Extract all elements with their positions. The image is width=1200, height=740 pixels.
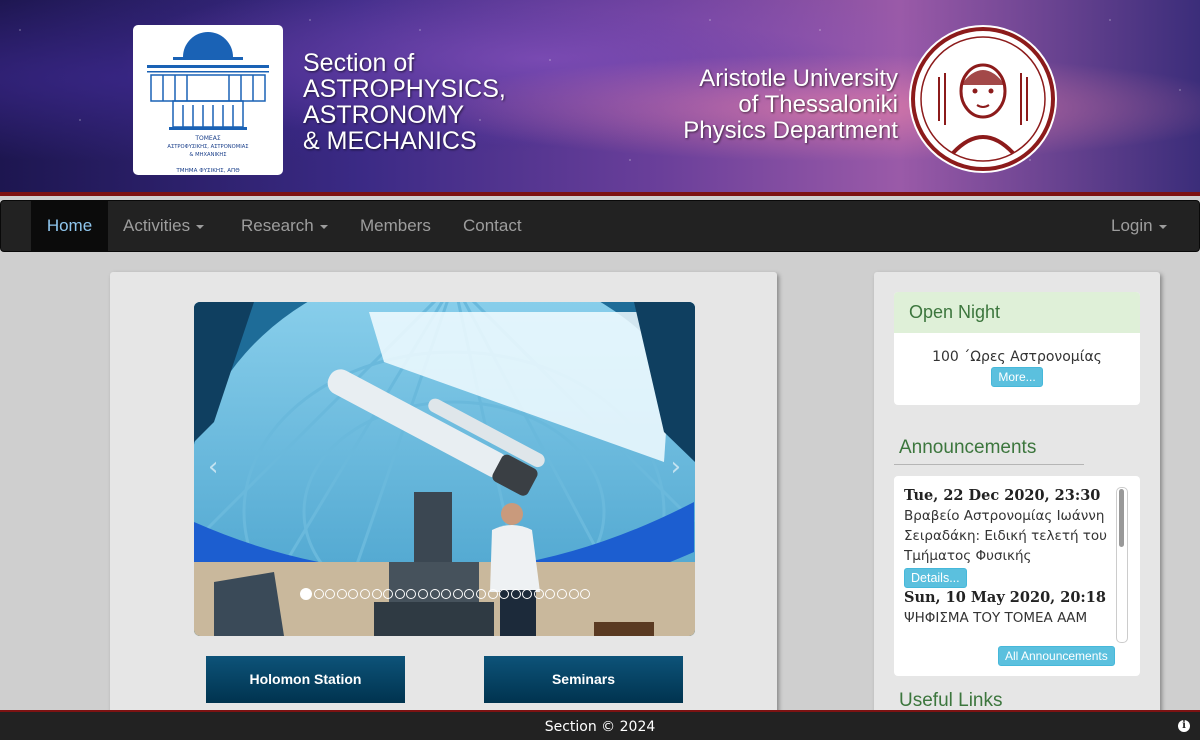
nav-home-label: Home: [46, 216, 93, 235]
seminars-button[interactable]: Seminars: [484, 656, 683, 703]
announcements-box: Tue, 22 Dec 2020, 23:30 Βραβείο Αστρονομ…: [894, 476, 1140, 676]
nav-login-dropdown[interactable]: Login: [1111, 201, 1167, 251]
carousel-indicator-dot[interactable]: [313, 589, 324, 599]
carousel-indicator-dot[interactable]: [417, 589, 428, 599]
logo-text-2: ΑΣΤΡΟΦΥΣΙΚΗΣ, ΑΣΤΡΟΝΟΜΙΑΣ: [167, 144, 248, 150]
carousel-indicator-dot[interactable]: [348, 589, 359, 599]
open-night-link-text: 100 ΄Ωρες Αστρονομίας: [932, 349, 1102, 365]
caret-down-icon: [196, 224, 205, 229]
carousel-indicator-dot[interactable]: [359, 589, 370, 599]
carousel-next-icon[interactable]: ›: [671, 452, 681, 482]
carousel-indicator-dot[interactable]: [394, 589, 405, 599]
section-title-line: & MECHANICS: [303, 127, 477, 155]
carousel-indicator-dot[interactable]: [383, 589, 394, 599]
caret-down-icon: [319, 224, 328, 229]
carousel-indicator-dot[interactable]: [580, 589, 591, 599]
announcements-divider: [894, 464, 1084, 465]
logo-text-3: & ΜΗΧΑΝΙΚΗΣ: [189, 152, 226, 158]
all-announcements-button[interactable]: All Announcements: [998, 646, 1115, 666]
main-navbar: Home Activities Research Members Contact…: [0, 200, 1200, 252]
carousel-indicator-dot[interactable]: [464, 589, 475, 599]
carousel-indicator-dot[interactable]: [300, 588, 312, 600]
carousel-indicator-dot[interactable]: [533, 589, 544, 599]
holomon-station-button[interactable]: Holomon Station: [206, 656, 405, 703]
announcements-scroll-thumb[interactable]: [1119, 489, 1124, 547]
nav-activities-dropdown[interactable]: Activities: [123, 201, 205, 251]
aristotle-seal-icon: [911, 27, 1055, 171]
open-night-panel: Open Night 100 ΄Ωρες Αστρονομίας More...: [894, 292, 1140, 405]
announcement-item: Sun, 10 May 2020, 20:18 ΨΗΦΙΣΜΑ ΤΟΥ ΤΟΜΕ…: [904, 588, 1114, 628]
nav-contact-label: Contact: [463, 216, 522, 235]
carousel-indicator-dot[interactable]: [452, 589, 463, 599]
carousel-indicator-dot[interactable]: [325, 589, 336, 599]
open-night-more-button[interactable]: More...: [991, 367, 1043, 387]
open-night-text: 100 ΄Ωρες Αστρονομίας More...: [894, 349, 1140, 387]
announcement-details-button[interactable]: Details...: [904, 568, 967, 588]
carousel-indicator-dot[interactable]: [336, 589, 347, 599]
carousel-prev-icon[interactable]: ‹: [208, 452, 218, 482]
info-icon[interactable]: i: [1178, 720, 1190, 732]
announcement-date: Sun, 10 May 2020, 20:18: [904, 589, 1106, 606]
section-title: Section of ASTROPHYSICS, ASTRONOMY & MEC…: [303, 50, 506, 154]
university-title-line: of Thessaloniki: [738, 91, 898, 118]
university-title: Aristotle University of Thessaloniki Phy…: [683, 66, 898, 144]
logo-text-4: ΤΜΗΜΑ ΦΥΣΙΚΗΣ, ΑΠΘ: [175, 168, 240, 174]
footer-text: Section © 2024: [544, 719, 656, 735]
university-title-line: Physics Department: [683, 117, 898, 144]
section-title-line: ASTRONOMY: [303, 101, 465, 129]
carousel-indicator-dot[interactable]: [545, 589, 556, 599]
announcement-date: Tue, 22 Dec 2020, 23:30: [904, 487, 1101, 504]
carousel-indicator-dot[interactable]: [568, 589, 579, 599]
university-seal[interactable]: [909, 25, 1057, 173]
carousel-indicator-dot[interactable]: [557, 589, 568, 599]
university-title-line: Aristotle University: [699, 65, 898, 92]
nav-members-label: Members: [360, 216, 431, 235]
announcement-text: Βραβείο Αστρονομίας Ιωάννη Σειραδάκη: Ει…: [904, 508, 1107, 564]
nav-activities-label: Activities: [123, 216, 191, 235]
announcement-item: Tue, 22 Dec 2020, 23:30 Βραβείο Αστρονομ…: [904, 486, 1114, 588]
carousel-indicators: [300, 588, 592, 601]
nav-contact[interactable]: Contact: [463, 201, 522, 251]
carousel-indicator-dot[interactable]: [499, 589, 510, 599]
nav-members[interactable]: Members: [360, 201, 431, 251]
announcements-title: Announcements: [899, 437, 1037, 458]
nav-home[interactable]: Home: [31, 201, 108, 251]
useful-links-title: Useful Links: [899, 690, 1003, 711]
announcement-text: ΨΗΦΙΣΜΑ ΤΟΥ ΤΟΜΕΑ ΑΑΜ: [904, 610, 1088, 626]
carousel-indicator-dot[interactable]: [522, 589, 533, 599]
section-logo[interactable]: ΤΟΜΕΑΣ ΑΣΤΡΟΦΥΣΙΚΗΣ, ΑΣΤΡΟΝΟΜΙΑΣ & ΜΗΧΑΝ…: [133, 25, 283, 175]
image-carousel[interactable]: ‹ ›: [194, 302, 695, 636]
site-header: ΤΟΜΕΑΣ ΑΣΤΡΟΦΥΣΙΚΗΣ, ΑΣΤΡΟΝΟΜΙΑΣ & ΜΗΧΑΝ…: [0, 0, 1200, 196]
carousel-indicator-dot[interactable]: [487, 589, 498, 599]
nav-research-dropdown[interactable]: Research: [241, 201, 328, 251]
observatory-logo-icon: ΤΟΜΕΑΣ ΑΣΤΡΟΦΥΣΙΚΗΣ, ΑΣΤΡΟΝΟΜΙΑΣ & ΜΗΧΑΝ…: [147, 32, 269, 174]
open-night-title: Open Night: [894, 292, 1140, 333]
section-title-line: ASTROPHYSICS,: [303, 75, 506, 103]
telescope-observatory-photo: [194, 302, 695, 636]
header-divider: [0, 192, 1200, 196]
carousel-indicator-dot[interactable]: [441, 589, 452, 599]
carousel-indicator-dot[interactable]: [429, 589, 440, 599]
section-title-line: Section of: [303, 49, 415, 77]
logo-text-1: ΤΟΜΕΑΣ: [194, 135, 220, 142]
nav-login-label: Login: [1111, 216, 1153, 235]
caret-down-icon: [1158, 224, 1167, 229]
site-footer: Section © 2024 i: [0, 710, 1200, 740]
nav-research-label: Research: [241, 216, 314, 235]
carousel-indicator-dot[interactable]: [475, 589, 486, 599]
announcements-list[interactable]: Tue, 22 Dec 2020, 23:30 Βραβείο Αστρονομ…: [904, 486, 1114, 642]
carousel-indicator-dot[interactable]: [510, 589, 521, 599]
carousel-indicator-dot[interactable]: [371, 589, 382, 599]
carousel-indicator-dot[interactable]: [406, 589, 417, 599]
